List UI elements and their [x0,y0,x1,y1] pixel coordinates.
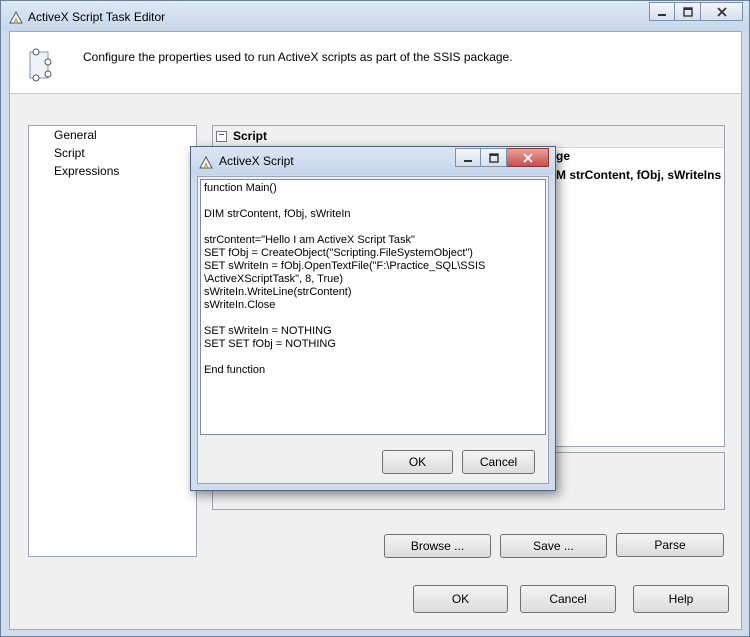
help-button[interactable]: Help [633,585,729,613]
collapse-icon[interactable]: − [216,131,227,142]
minimize-icon [658,13,666,16]
activex-script-dialog: ActiveX Script function Main() DIM strCo… [190,146,556,491]
close-button[interactable] [701,2,743,21]
parse-button[interactable]: Parse [616,533,724,557]
save-button[interactable]: Save ... [500,534,607,558]
navigation-list: General Script Expressions [28,125,197,557]
minimize-button[interactable] [649,2,675,21]
dialog-title: ActiveX Script [219,154,294,168]
header-area: Configure the properties used to run Act… [10,32,741,94]
nav-item-script[interactable]: Script [54,146,85,160]
caption-buttons [649,2,743,21]
dialog-minimize-button[interactable] [455,148,481,167]
grid-category-label: Script [233,129,268,143]
grid-category-script[interactable]: − Script [213,126,724,148]
close-icon [522,152,533,163]
minimize-icon [464,159,472,162]
dialog-ok-button[interactable]: OK [382,450,453,474]
cancel-button[interactable]: Cancel [520,585,616,613]
dialog-cancel-button[interactable]: Cancel [462,450,535,474]
dialog-title-bar[interactable]: ActiveX Script [191,147,555,175]
maximize-icon [682,6,693,17]
title-bar[interactable]: ActiveX Script Task Editor [1,1,749,31]
maximize-icon [488,152,499,163]
dialog-maximize-button[interactable] [481,148,507,167]
dialog-caption-buttons [455,148,549,167]
task-editor-icon [9,10,23,24]
dialog-icon [199,155,213,169]
window-title: ActiveX Script Task Editor [28,10,166,24]
grid-row-label[interactable]: ge [556,149,570,163]
maximize-button[interactable] [675,2,701,21]
dialog-client-area: function Main() DIM strContent, fObj, sW… [197,176,549,484]
script-editor[interactable]: function Main() DIM strContent, fObj, sW… [200,179,546,435]
dialog-close-button[interactable] [507,148,549,167]
grid-row-value[interactable]: M strContent, fObj, sWriteIns [556,168,721,182]
ok-button[interactable]: OK [413,585,508,613]
nav-item-expressions[interactable]: Expressions [54,164,119,178]
browse-button[interactable]: Browse ... [384,534,491,558]
script-task-icon [29,48,52,82]
close-icon [716,6,727,17]
header-description: Configure the properties used to run Act… [83,50,513,64]
nav-item-general[interactable]: General [54,128,97,142]
